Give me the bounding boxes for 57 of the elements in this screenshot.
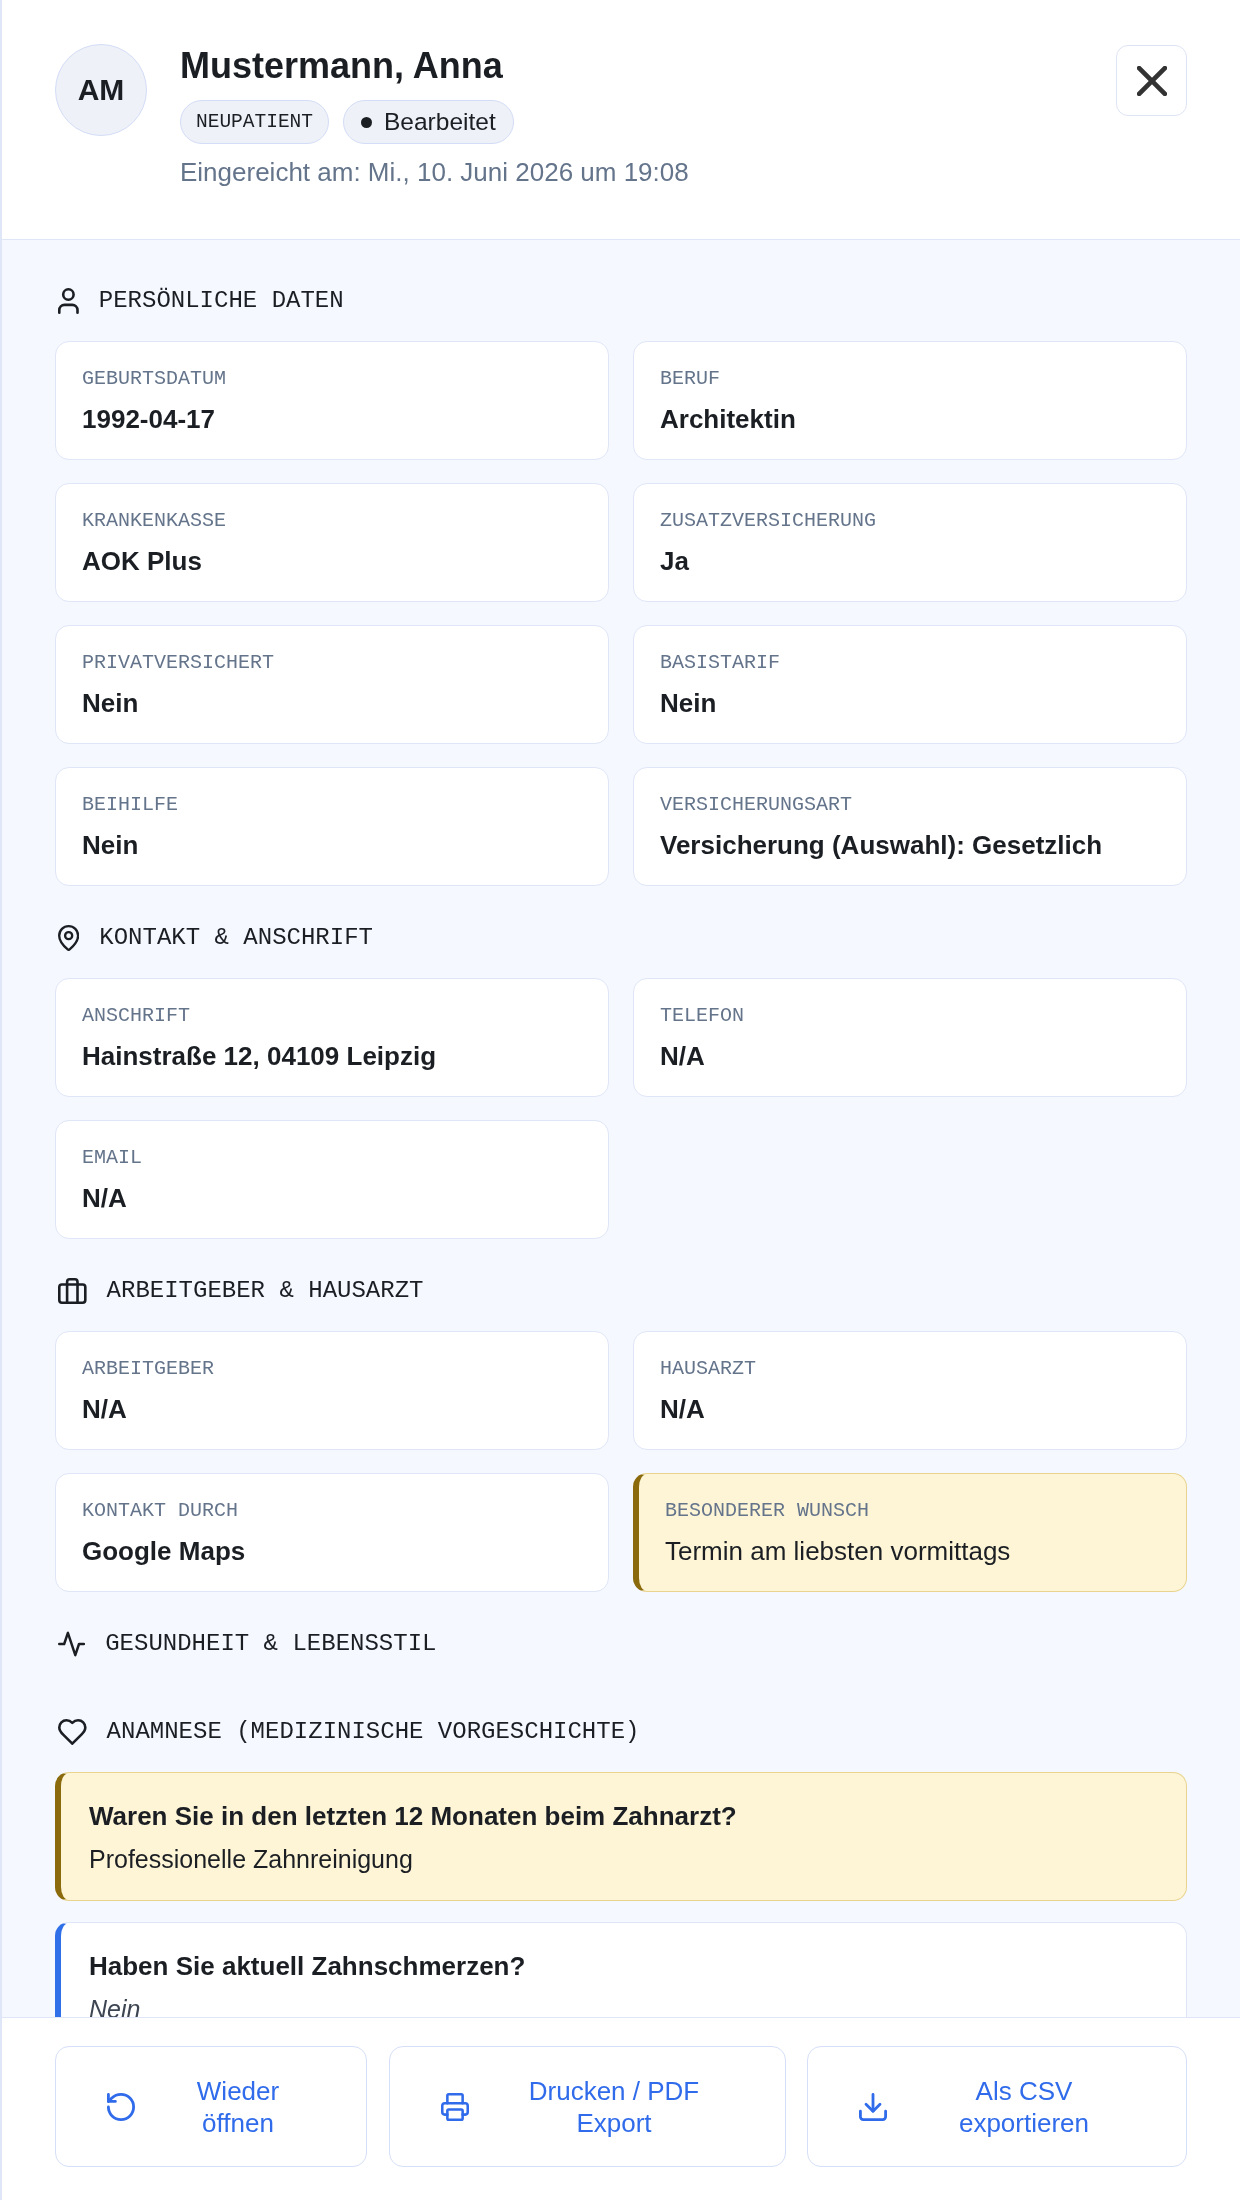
field-label: ZUSATZVERSICHERUNG xyxy=(660,509,878,533)
field-label: TELEFON xyxy=(660,1004,745,1028)
briefcase-icon xyxy=(58,1278,87,1304)
field-label: VERSICHERUNGSART xyxy=(660,793,854,817)
avatar: AM xyxy=(55,44,147,136)
pulse-icon xyxy=(58,1631,86,1657)
field-value: AOK Plus xyxy=(82,545,203,577)
field-value: Versicherung (Auswahl): Gesetzlich xyxy=(660,829,1104,861)
field-label: BASISTARIF xyxy=(660,651,782,675)
section-title: GESUNDHEIT & LEBENSSTIL xyxy=(105,1629,437,1659)
patient-type-badge: NEUPATIENT xyxy=(180,100,330,144)
field-label: BEIHILFE xyxy=(82,793,179,817)
field-value: 1992-04-17 xyxy=(82,403,216,435)
person-icon xyxy=(58,288,79,314)
question-text: Haben Sie aktuell Zahnschmerzen? xyxy=(89,1950,527,1982)
field-value: Google Maps xyxy=(82,1535,247,1567)
status-text: Bearbeitet xyxy=(384,108,496,136)
action-button[interactable]: Als CSV exportieren xyxy=(807,2046,1187,2167)
field-label: PRIVATVERSICHERT xyxy=(82,651,276,675)
field-label: HAUSARZT xyxy=(660,1357,757,1381)
submission-date: Eingereicht am: Mi., 10. Juni 2026 um 19:08 xyxy=(180,157,689,187)
patient-name: Mustermann, Anna xyxy=(180,44,503,88)
printer-icon xyxy=(440,2092,469,2121)
field-label: EMAIL xyxy=(82,1146,143,1170)
field-label: ARBEITGEBER xyxy=(82,1357,216,1381)
download-icon xyxy=(859,2092,887,2121)
field-value: N/A xyxy=(660,1040,706,1072)
field-value: Hainstraße 12, 04109 Leipzig xyxy=(82,1040,438,1072)
map-pin-icon xyxy=(58,925,80,951)
field-value: Termin am liebsten vormittags xyxy=(665,1535,1012,1567)
section-title: ANAMNESE (MEDIZINISCHE VORGESCHICHTE) xyxy=(106,1717,640,1747)
field-label: GEBURTSDATUM xyxy=(82,367,228,391)
field-value: N/A xyxy=(660,1393,706,1425)
field-label: ANSCHRIFT xyxy=(82,1004,192,1028)
close-icon xyxy=(1136,65,1167,96)
field-value: Nein xyxy=(82,829,140,861)
field-value: Nein xyxy=(82,687,140,719)
action-button[interactable]: Drucken / PDF Export xyxy=(388,2046,786,2167)
answer-text: Professionelle Zahnreinigung xyxy=(89,1844,414,1874)
field-label: KONTAKT DURCH xyxy=(82,1499,240,1523)
field-value: Nein xyxy=(660,687,718,719)
close-button[interactable] xyxy=(1116,45,1187,116)
field-label: BESONDERER WUNSCH xyxy=(665,1499,871,1523)
heart-icon xyxy=(58,1719,87,1745)
field-label: BERUF xyxy=(660,367,721,391)
field-value: N/A xyxy=(82,1182,128,1214)
question-text: Waren Sie in den letzten 12 Monaten beim Zahnarzt? xyxy=(89,1800,738,1832)
field-value: Ja xyxy=(660,545,690,577)
field-value: Architektin xyxy=(660,403,797,435)
section-title: PERSÖNLICHE DATEN xyxy=(98,286,344,316)
field-label: KRANKENKASSE xyxy=(82,509,228,533)
status-dot-icon xyxy=(361,116,373,128)
section-title: ARBEITGEBER & HAUSARZT xyxy=(106,1276,424,1306)
section-title: KONTAKT & ANSCHRIFT xyxy=(99,923,373,953)
circular-arrow-icon xyxy=(107,2092,135,2121)
action-button[interactable]: Wieder öffnen xyxy=(55,2046,367,2167)
field-value: N/A xyxy=(82,1393,128,1425)
